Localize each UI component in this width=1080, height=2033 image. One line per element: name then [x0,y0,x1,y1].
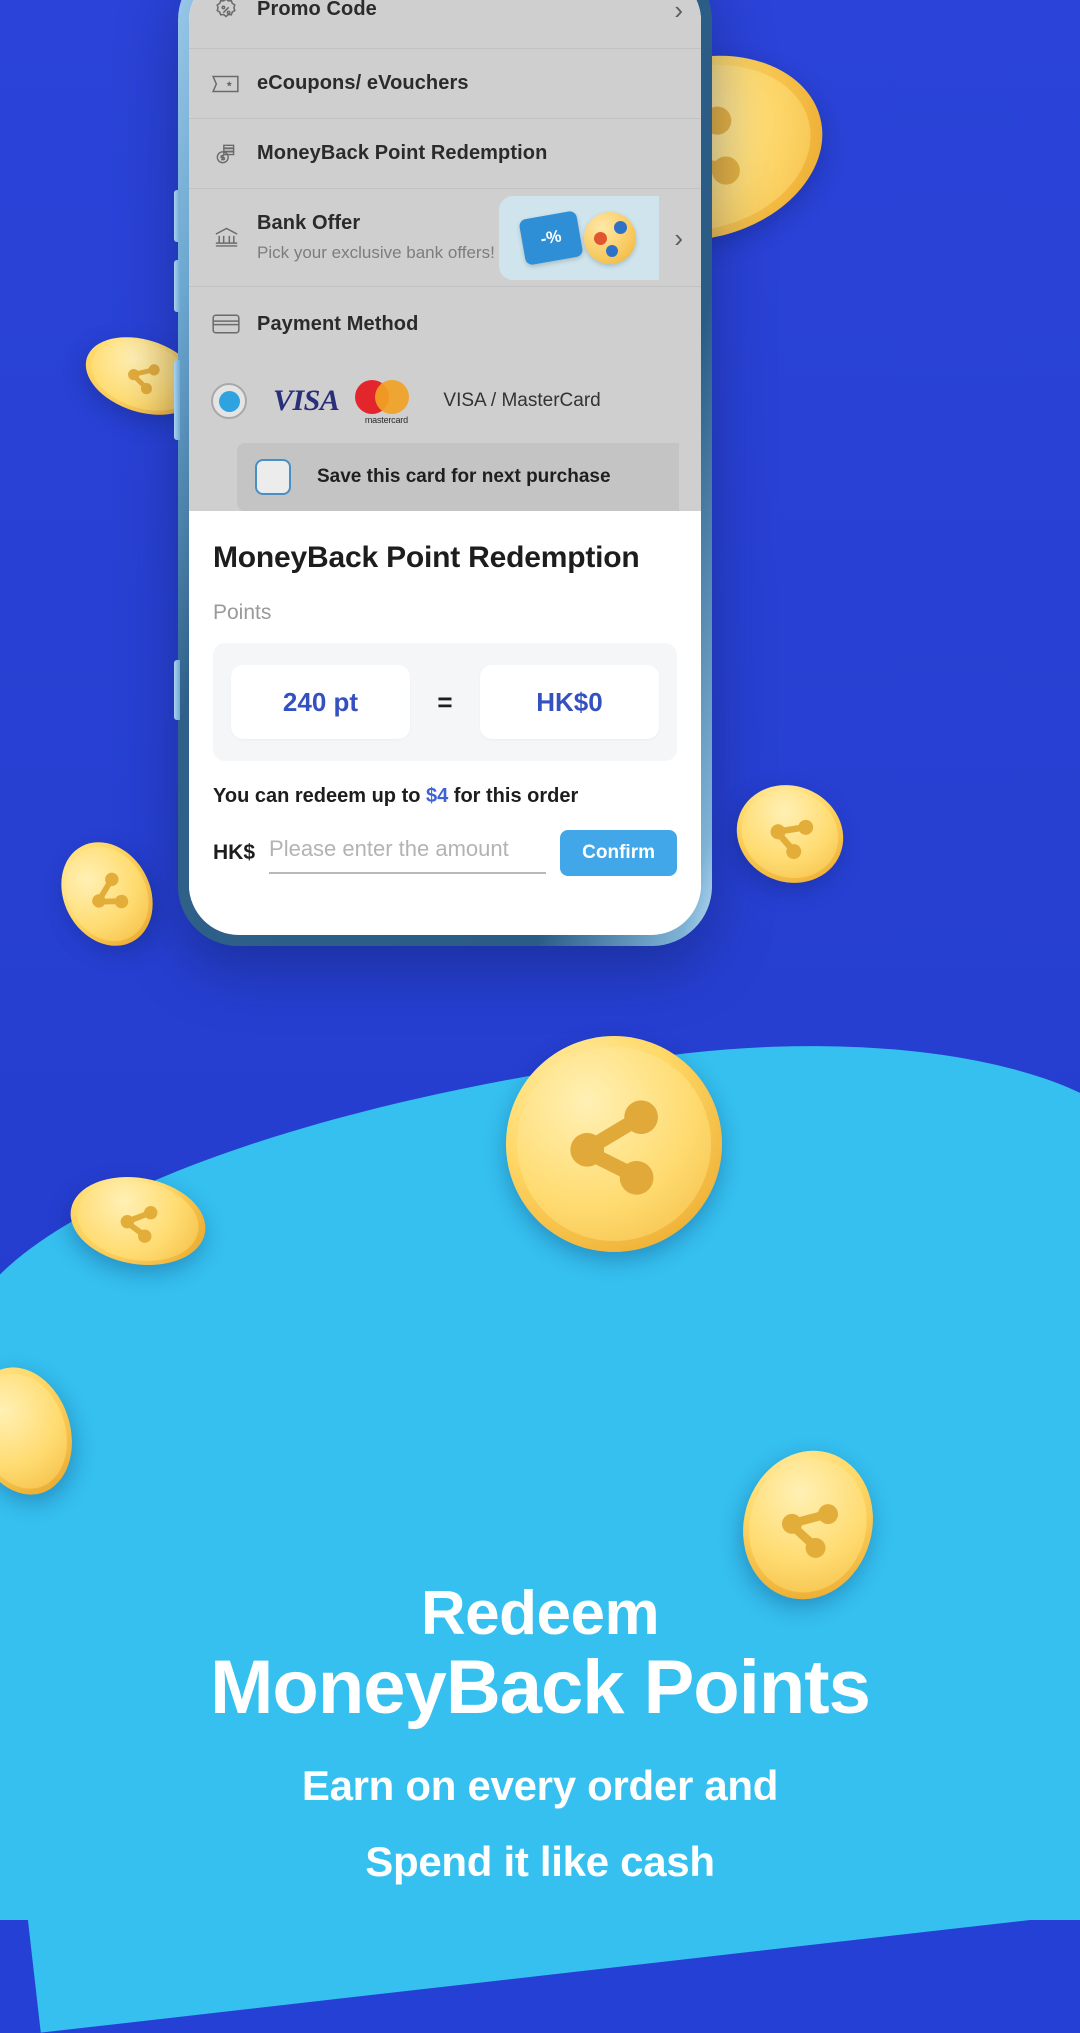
payment-radio-button[interactable] [211,383,247,419]
currency-label: HK$ [213,841,256,864]
bank-offer-promo-badge: -% [499,195,659,280]
confirm-button[interactable]: Confirm [560,830,677,876]
credit-card-icon [211,309,241,339]
subline-one: Earn on every order and [301,1762,779,1809]
coin-dot [614,220,627,234]
payment-option-label: VISA / MasterCard [443,390,601,411]
redeem-limit-note: You can redeem up to $4 for this order [213,785,677,808]
phone-side-button [174,660,180,720]
equals-sign: = [437,686,453,717]
percent-badge-icon [211,0,241,25]
coin-hero [490,1020,738,1268]
checkout-row-payment-method[interactable]: Payment Method [189,287,701,361]
redeem-note-amount: $4 [426,785,449,807]
share-icon [506,1036,722,1252]
checkout-row-label: Promo Code [257,0,377,20]
payment-option-visa-mastercard[interactable]: VISA mastercard VISA / MasterCard [189,361,701,435]
chevron-right-icon: › [674,222,683,253]
coin-icon [584,211,636,264]
mastercard-wordmark: mastercard [364,415,408,425]
save-card-row[interactable]: Save this card for next purchase [237,443,679,511]
checkout-row-promo-code[interactable]: Promo Code › [189,0,701,49]
headline-secondary: MoneyBack Points [210,1645,871,1731]
checkout-row-moneyback-redemption[interactable]: MoneyBack Point Redemption [189,119,701,189]
phone-screen: Promo Code › eCoupons/ eVouchers MoneyBa… [189,0,701,901]
phone-volume-up-button [174,190,180,242]
checkout-options-list: Promo Code › eCoupons/ eVouchers MoneyBa… [189,0,701,511]
save-card-checkbox[interactable] [255,459,291,495]
sheet-title: MoneyBack Point Redemption [213,541,640,574]
radio-selected-dot [218,390,240,412]
amount-input-underline [269,832,547,874]
checkout-row-subtitle: Pick your exclusive bank offers! [257,243,495,262]
checkout-row-label: Payment Method [257,312,419,335]
checkout-row-ecoupons[interactable]: eCoupons/ eVouchers [189,49,701,119]
checkout-row-label: Bank Offer [257,212,361,234]
phone-mockup: Promo Code › eCoupons/ eVouchers MoneyBa… [174,0,712,946]
phone-power-button [174,360,180,440]
redeem-note-prefix: You can redeem up to [213,785,426,807]
phone-volume-down-button [174,260,180,312]
moneyback-redemption-sheet: MoneyBack Point Redemption Points 240 pt… [189,511,701,876]
amount-entry-row: HK$ Confirm [213,830,677,876]
subline-two: Spend it like cash [365,1838,715,1885]
marketing-copy: Redeem MoneyBack Points Earn on every or… [0,1581,1080,1920]
cash-value-pill: HK$0 [480,665,659,739]
save-card-label: Save this card for next purchase [317,466,611,487]
ticket-star-icon [211,69,241,99]
points-conversion-box: 240 pt = HK$0 [213,643,677,761]
amount-input[interactable] [269,836,547,862]
checkout-row-label: eCoupons/ eVouchers [257,72,469,94]
coins-stack-icon [211,139,241,169]
visa-logo-icon: VISA [273,384,340,417]
checkout-row-bank-offer[interactable]: Bank Offer Pick your exclusive bank offe… [189,189,701,287]
coin-dot [606,244,618,257]
coin-dot [594,231,607,245]
bank-icon [211,223,241,253]
discount-coupon-icon: -% [518,209,584,266]
redeem-note-suffix: for this order [448,785,579,807]
mastercard-logo-icon: mastercard [355,379,417,425]
chevron-right-icon: › [674,0,683,25]
mastercard-yellow-circle [375,380,410,414]
headline-primary: Redeem [420,1579,660,1649]
phone-screen-bezel: Promo Code › eCoupons/ eVouchers MoneyBa… [189,0,701,935]
checkout-row-label: MoneyBack Point Redemption [257,142,548,164]
points-label: Points [213,601,272,624]
points-value-pill: 240 pt [231,665,410,739]
